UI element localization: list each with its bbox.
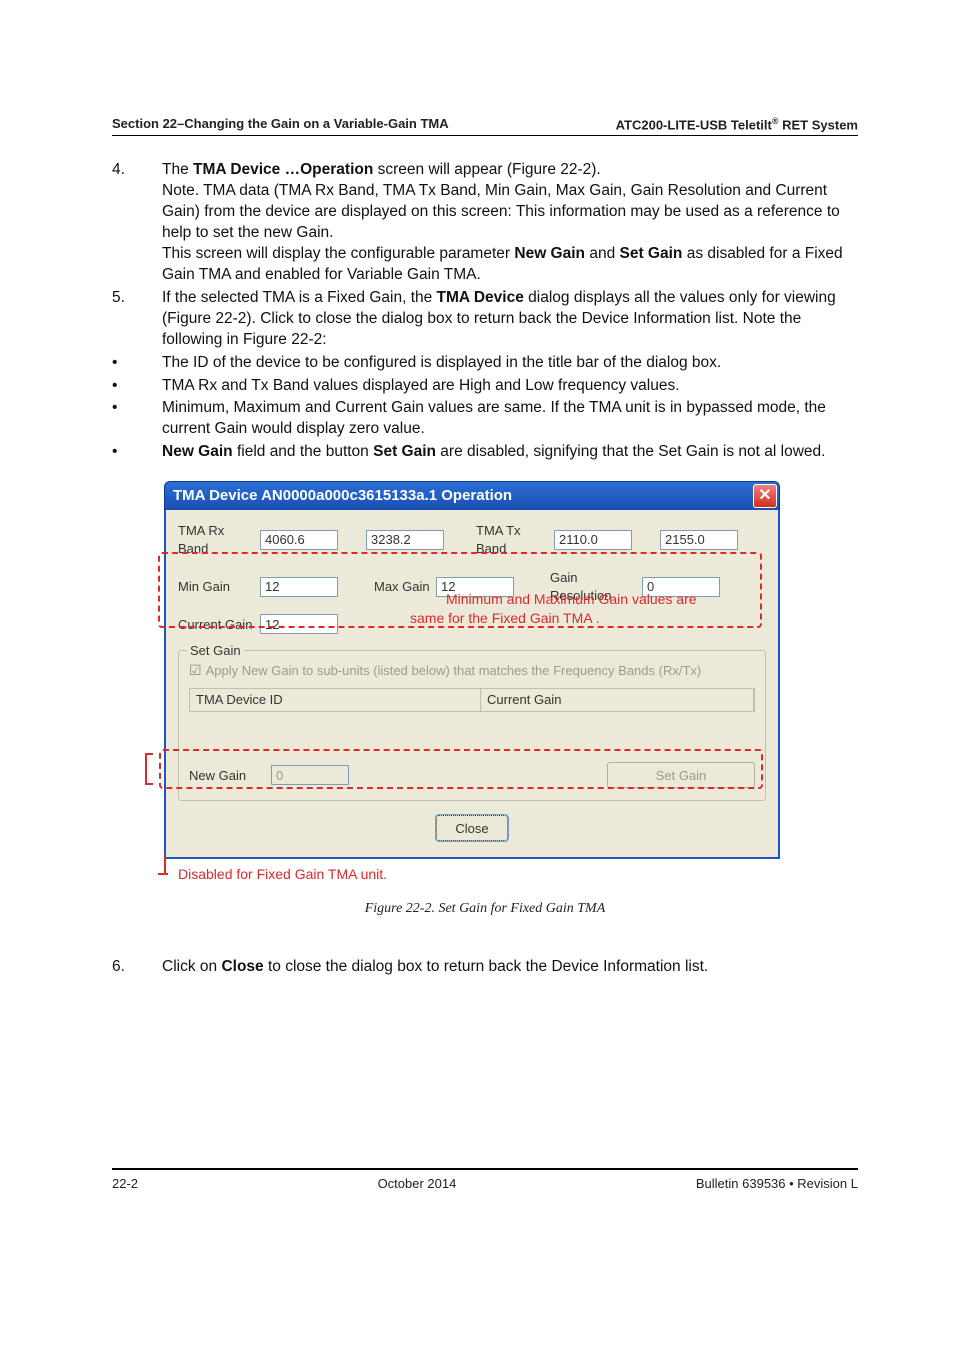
bullet-text: Minimum, Maximum and Current Gain values… [162, 398, 858, 440]
col-device-id: TMA Device ID [190, 689, 481, 711]
dialog-wrap: TMA Device AN0000a000c3615133a.1 Operati… [164, 481, 780, 859]
set-gain-button: Set Gain [607, 762, 755, 788]
newgain-label: New Gain [189, 767, 267, 785]
rx-hi-field: 4060.6 [260, 530, 338, 550]
bullet-text: New Gain field and the button Set Gain a… [162, 442, 858, 463]
annot-disabled-caption: Disabled for Fixed Gain TMA unit. [178, 865, 858, 884]
newgain-row: New Gain 0 Set Gain [189, 762, 755, 788]
close-icon[interactable]: ✕ [753, 484, 777, 508]
close-button[interactable]: Close [436, 815, 507, 841]
curgain-row: Current Gain 12 [178, 614, 766, 634]
bullet-marker: • [112, 398, 162, 440]
item-4-body: The TMA Device …Operation screen will ap… [162, 160, 858, 286]
checkbox-icon: ☑ [189, 661, 202, 680]
dialog-body: TMA Rx Band 4060.6 3238.2 TMA Tx Band 21… [164, 510, 780, 859]
cur-field: 12 [260, 614, 338, 634]
figure-caption: Figure 22-2. Set Gain for Fixed Gain TMA [112, 900, 858, 919]
tx-hi-field: 2110.0 [554, 530, 632, 550]
item-6-body: Click on Close to close the dialog box t… [162, 957, 858, 978]
set-gain-legend: Set Gain [187, 642, 244, 660]
bullet-marker: • [112, 376, 162, 397]
subunit-table-header: TMA Device ID Current Gain [189, 688, 755, 712]
minmax-row: Min Gain 12 Max Gain 12 Gain Resolution … [178, 569, 766, 604]
footer-mid: October 2014 [378, 1176, 457, 1191]
bands-row: TMA Rx Band 4060.6 3238.2 TMA Tx Band 21… [178, 522, 766, 557]
footer-right: Bulletin 639536 • Revision L [696, 1176, 858, 1191]
num-4: 4. [112, 160, 162, 286]
body-content: 4. The TMA Device …Operation screen will… [112, 160, 858, 978]
footer-left: 22-2 [112, 1176, 138, 1191]
annot-bracket [145, 753, 153, 785]
cur-label: Current Gain [178, 616, 256, 634]
header-right: ATC200-LITE-USB Teletilt® RET System [616, 116, 858, 132]
min-label: Min Gain [178, 578, 256, 596]
bullet-text: The ID of the device to be configured is… [162, 353, 858, 374]
min-field: 12 [260, 577, 338, 597]
item-5-body: If the selected TMA is a Fixed Gain, the… [162, 288, 858, 351]
close-row: Close [178, 815, 766, 841]
bullet-marker: • [112, 353, 162, 374]
max-field: 12 [436, 577, 514, 597]
dialog-title: TMA Device AN0000a000c3615133a.1 Operati… [173, 486, 512, 506]
num-6: 6. [112, 957, 162, 978]
bullet-text: TMA Rx and Tx Band values displayed are … [162, 376, 858, 397]
dialog-titlebar[interactable]: TMA Device AN0000a000c3615133a.1 Operati… [164, 481, 780, 510]
tx-label: TMA Tx Band [476, 522, 550, 557]
bullet-item: • TMA Rx and Tx Band values displayed ar… [112, 376, 858, 397]
header-left: Section 22–Changing the Gain on a Variab… [112, 116, 449, 132]
newgain-field: 0 [271, 765, 349, 785]
col-current-gain: Current Gain [481, 689, 754, 711]
max-label: Max Gain [374, 578, 432, 596]
res-field: 0 [642, 577, 720, 597]
list-item-6: 6. Click on Close to close the dialog bo… [112, 957, 858, 978]
num-5: 5. [112, 288, 162, 351]
bullet-item: • Minimum, Maximum and Current Gain valu… [112, 398, 858, 440]
set-gain-group: Set Gain ☑ Apply New Gain to sub-units (… [178, 650, 766, 801]
rx-label: TMA Rx Band [178, 522, 256, 557]
apply-row: ☑ Apply New Gain to sub-units (listed be… [189, 661, 755, 680]
bullet-item: • New Gain field and the button Set Gain… [112, 442, 858, 463]
apply-text: Apply New Gain to sub-units (listed belo… [206, 662, 702, 680]
bullet-item: • The ID of the device to be configured … [112, 353, 858, 374]
page-header: Section 22–Changing the Gain on a Variab… [112, 116, 858, 136]
page-footer: 22-2 October 2014 Bulletin 639536 • Revi… [112, 1170, 858, 1191]
res-label: Gain Resolution [550, 569, 638, 604]
list-item-5: 5. If the selected TMA is a Fixed Gain, … [112, 288, 858, 351]
bullet-marker: • [112, 442, 162, 463]
rx-lo-field: 3238.2 [366, 530, 444, 550]
tx-lo-field: 2155.0 [660, 530, 738, 550]
list-item-4: 4. The TMA Device …Operation screen will… [112, 160, 858, 286]
